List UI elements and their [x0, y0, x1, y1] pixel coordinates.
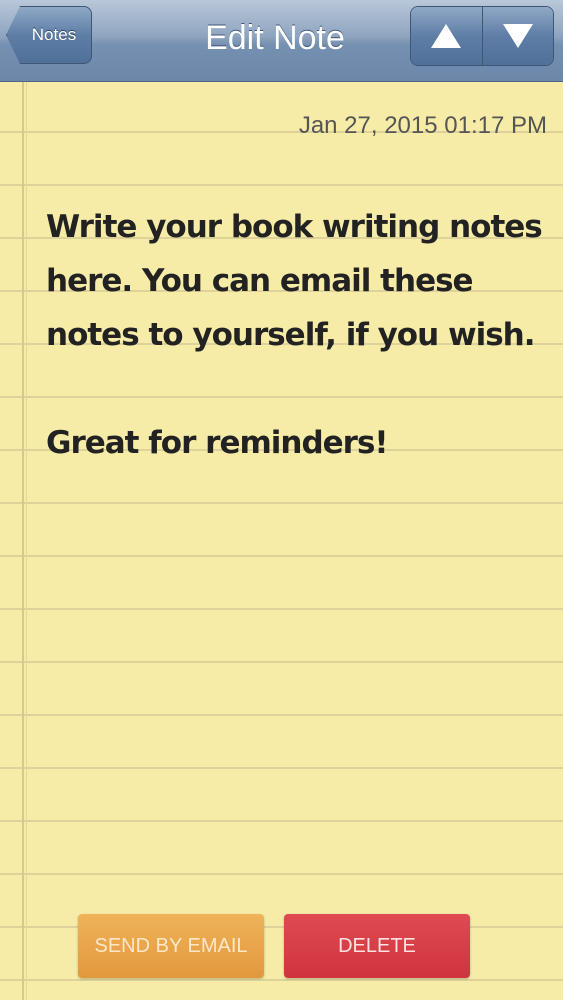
- margin-line: [22, 82, 24, 1000]
- send-by-email-button[interactable]: SEND BY EMAIL: [78, 914, 264, 978]
- margin-line-secondary: [26, 82, 27, 1000]
- navigation-bar: Notes Edit Note: [0, 0, 563, 82]
- up-triangle-icon: [431, 24, 462, 48]
- page-title: Edit Note: [205, 18, 345, 57]
- next-note-button[interactable]: [481, 7, 553, 65]
- back-button[interactable]: Notes: [6, 6, 92, 64]
- note-text-area[interactable]: Write your book writing notes here. You …: [46, 200, 551, 470]
- back-button-label: Notes: [31, 25, 77, 44]
- delete-button[interactable]: DELETE: [284, 914, 470, 978]
- note-navigation-segmented-control: [410, 6, 554, 66]
- down-triangle-icon: [502, 24, 533, 48]
- previous-note-button[interactable]: [411, 7, 482, 65]
- note-timestamp: Jan 27, 2015 01:17 PM: [298, 112, 547, 139]
